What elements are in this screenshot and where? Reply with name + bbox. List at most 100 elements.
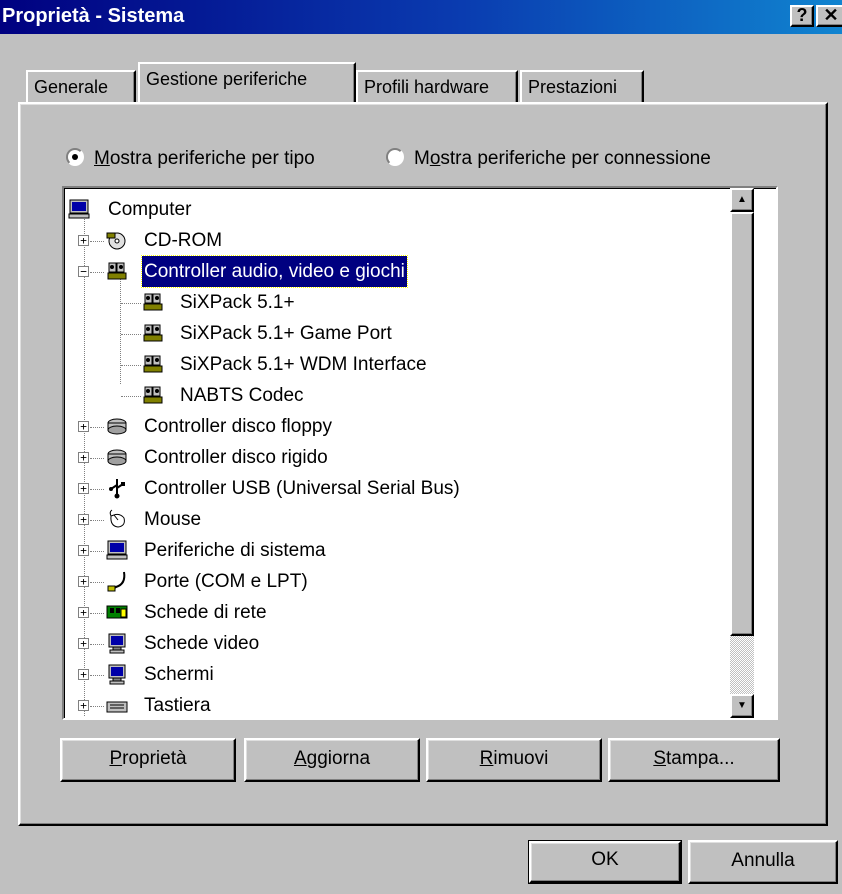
tree-label: SiXPack 5.1+ WDM Interface bbox=[180, 354, 427, 375]
disk-controller-icon bbox=[107, 418, 127, 435]
tree-label: Schermi bbox=[144, 664, 214, 685]
radio-selected-icon bbox=[66, 148, 84, 166]
button-label: roprietà bbox=[122, 748, 187, 769]
scroll-up-button[interactable]: ▲ bbox=[730, 188, 754, 212]
tree-label: Controller USB (Universal Serial Bus) bbox=[144, 478, 460, 499]
tree-line bbox=[90, 706, 104, 707]
radio-label: ostra periferiche per tipo bbox=[109, 148, 315, 169]
expand-icon[interactable]: + bbox=[78, 452, 89, 463]
scroll-thumb[interactable] bbox=[730, 212, 754, 636]
usb-icon bbox=[109, 479, 125, 499]
multimedia-icon bbox=[143, 324, 163, 342]
tree-item[interactable]: NABTS Codec bbox=[64, 380, 744, 411]
tree-item-computer[interactable]: Computer bbox=[64, 194, 744, 225]
tree-item[interactable]: + Schede di rete bbox=[64, 597, 744, 628]
tree-label: Controller disco floppy bbox=[144, 416, 332, 437]
cancel-button[interactable]: Annulla bbox=[688, 840, 838, 884]
tree-item[interactable]: + Schede video bbox=[64, 628, 744, 659]
radio-accel: M bbox=[94, 148, 110, 169]
print-button[interactable]: Stampa... bbox=[608, 738, 780, 782]
tab-label: Gestione periferiche bbox=[146, 69, 308, 89]
computer-icon bbox=[68, 199, 90, 219]
tree-label: Controller audio, video e giochi bbox=[141, 255, 408, 288]
remove-button[interactable]: Rimuovi bbox=[426, 738, 602, 782]
scroll-down-button[interactable]: ▼ bbox=[730, 694, 754, 718]
tree-line bbox=[121, 396, 141, 397]
tree-item[interactable]: + Tastiera bbox=[64, 690, 744, 718]
tab-generale[interactable]: Generale bbox=[26, 70, 136, 104]
tree-label: Schede di rete bbox=[144, 602, 267, 623]
expand-icon[interactable]: + bbox=[78, 638, 89, 649]
tree-item[interactable]: SiXPack 5.1+ Game Port bbox=[64, 318, 744, 349]
tab-gestione-periferiche[interactable]: Gestione periferiche bbox=[138, 62, 356, 102]
tree-item[interactable]: − Controller audio, video e giochi bbox=[64, 255, 744, 288]
tree-item[interactable]: + Mouse bbox=[64, 504, 744, 535]
tree-line bbox=[90, 582, 104, 583]
help-button[interactable]: ? bbox=[790, 5, 814, 27]
close-button[interactable]: ✕ bbox=[816, 5, 842, 27]
device-tree[interactable]: Computer + CD-ROM − Controller audio, video… bbox=[62, 186, 778, 720]
tree-label: Computer bbox=[108, 199, 192, 220]
window-title: Proprietà - Sistema bbox=[2, 5, 185, 27]
expand-icon[interactable]: + bbox=[78, 669, 89, 680]
monitor-icon bbox=[108, 633, 126, 654]
button-accel: P bbox=[109, 748, 123, 769]
button-label: OK bbox=[591, 849, 619, 870]
expand-icon[interactable]: + bbox=[78, 607, 89, 618]
tree-item[interactable]: SiXPack 5.1+ bbox=[64, 287, 744, 318]
tree-line bbox=[90, 272, 104, 273]
keyboard-icon bbox=[106, 701, 128, 713]
tree-line bbox=[121, 303, 141, 304]
tree-label: SiXPack 5.1+ Game Port bbox=[180, 323, 392, 344]
radio-accel: o bbox=[429, 148, 441, 169]
tree-label: SiXPack 5.1+ bbox=[180, 292, 295, 313]
radio-label: stra periferiche per connessione bbox=[440, 148, 711, 169]
tree-label: Tastiera bbox=[144, 695, 211, 716]
button-label: imuovi bbox=[493, 748, 549, 769]
network-card-icon bbox=[106, 605, 128, 619]
disk-controller-icon bbox=[107, 449, 127, 466]
multimedia-icon bbox=[107, 262, 127, 280]
multimedia-icon bbox=[143, 355, 163, 373]
expand-icon[interactable]: + bbox=[78, 545, 89, 556]
tab-prestazioni[interactable]: Prestazioni bbox=[520, 70, 644, 104]
tree-item[interactable]: + CD-ROM bbox=[64, 225, 744, 256]
tree-item[interactable]: + Controller disco floppy bbox=[64, 411, 744, 442]
tree-label: NABTS Codec bbox=[180, 385, 304, 406]
refresh-button[interactable]: Aggiorna bbox=[244, 738, 420, 782]
tree-line bbox=[90, 551, 104, 552]
tree-content: Computer + CD-ROM − Controller audio, video… bbox=[64, 188, 754, 718]
expand-icon[interactable]: + bbox=[78, 514, 89, 525]
tree-item[interactable]: + Porte (COM e LPT) bbox=[64, 566, 744, 597]
button-accel: S bbox=[653, 748, 667, 769]
expand-icon[interactable]: + bbox=[78, 483, 89, 494]
radio-by-type[interactable]: Mostra periferiche per tipo bbox=[66, 148, 315, 170]
button-label: ggiorna bbox=[306, 748, 371, 769]
radio-by-connection[interactable]: Mostra periferiche per connessione bbox=[386, 148, 711, 170]
tree-line bbox=[90, 520, 104, 521]
expand-icon[interactable]: + bbox=[78, 700, 89, 711]
tab-profili-hardware[interactable]: Profili hardware bbox=[356, 70, 518, 104]
properties-button[interactable]: Proprietà bbox=[60, 738, 236, 782]
tree-line bbox=[121, 334, 141, 335]
tree-line bbox=[90, 427, 104, 428]
expand-icon[interactable]: + bbox=[78, 576, 89, 587]
port-icon bbox=[107, 571, 126, 592]
collapse-icon[interactable]: − bbox=[78, 266, 89, 277]
ok-button[interactable]: OK bbox=[528, 840, 682, 884]
expand-icon[interactable]: + bbox=[78, 421, 89, 432]
tree-line bbox=[90, 458, 104, 459]
tree-scrollbar[interactable]: ▲ ▼ bbox=[730, 188, 754, 718]
tree-item[interactable]: + Controller USB (Universal Serial Bus) bbox=[64, 473, 744, 504]
tree-item[interactable]: + Periferiche di sistema bbox=[64, 535, 744, 566]
tree-line bbox=[90, 241, 104, 242]
expand-icon[interactable]: + bbox=[78, 235, 89, 246]
tree-item[interactable]: + Schermi bbox=[64, 659, 744, 690]
tree-label: CD-ROM bbox=[144, 230, 223, 251]
title-bar[interactable]: Proprietà - Sistema bbox=[0, 0, 842, 34]
tab-label: Generale bbox=[34, 77, 109, 97]
button-accel: R bbox=[479, 748, 494, 769]
tree-line bbox=[90, 613, 104, 614]
tree-item[interactable]: + Controller disco rigido bbox=[64, 442, 744, 473]
tree-item[interactable]: SiXPack 5.1+ WDM Interface bbox=[64, 349, 744, 380]
